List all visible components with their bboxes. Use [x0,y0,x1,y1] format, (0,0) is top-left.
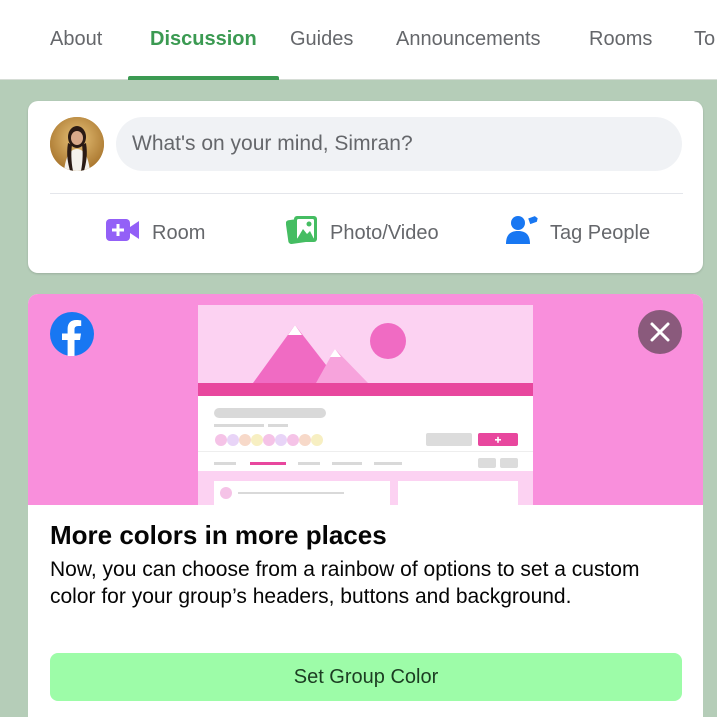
avatar[interactable] [50,117,104,171]
close-promo-button[interactable] [638,310,682,354]
close-icon [650,322,670,342]
divider [50,193,683,194]
tag-people-label: Tag People [550,221,651,244]
tag-people-icon [506,214,538,252]
post-composer: What's on your mind, Simran? Room Photo/… [28,101,703,273]
photo-video-label: Photo/Video [330,221,439,244]
tab-topics[interactable]: To [694,0,715,80]
group-tab-bar: About Discussion Guides Announcements Ro… [0,0,717,80]
tab-guides[interactable]: Guides [290,0,353,80]
promo-description: Now, you can choose from a rainbow of op… [50,558,640,608]
tab-announcements[interactable]: Announcements [396,0,541,80]
photo-icon [285,214,318,252]
set-group-color-button[interactable]: Set Group Color [50,653,682,701]
whats-on-your-mind-input[interactable]: What's on your mind, Simran? [116,117,682,171]
room-button[interactable]: Room [106,211,205,255]
tab-label: Discussion [150,28,257,50]
facebook-logo-icon [50,312,94,356]
tab-label: Announcements [396,28,541,50]
room-label: Room [152,221,206,244]
tab-about[interactable]: About [50,0,102,80]
active-tab-indicator [128,76,279,80]
tab-label: Guides [290,28,354,50]
group-page-illustration [198,305,533,505]
promo-title: More colors in more places [50,520,387,550]
tab-rooms[interactable]: Rooms [589,0,652,80]
tag-people-button[interactable]: Tag People [506,211,650,255]
tab-discussion[interactable]: Discussion [128,0,279,80]
tab-label: To [694,28,716,50]
tab-label: Rooms [589,28,653,50]
group-color-promo-card: More colors in more places Now, you can … [28,294,703,717]
tab-label: About [50,28,103,50]
video-camera-plus-icon [106,217,140,249]
promo-banner [28,294,703,505]
photo-video-button[interactable]: Photo/Video [285,211,439,255]
